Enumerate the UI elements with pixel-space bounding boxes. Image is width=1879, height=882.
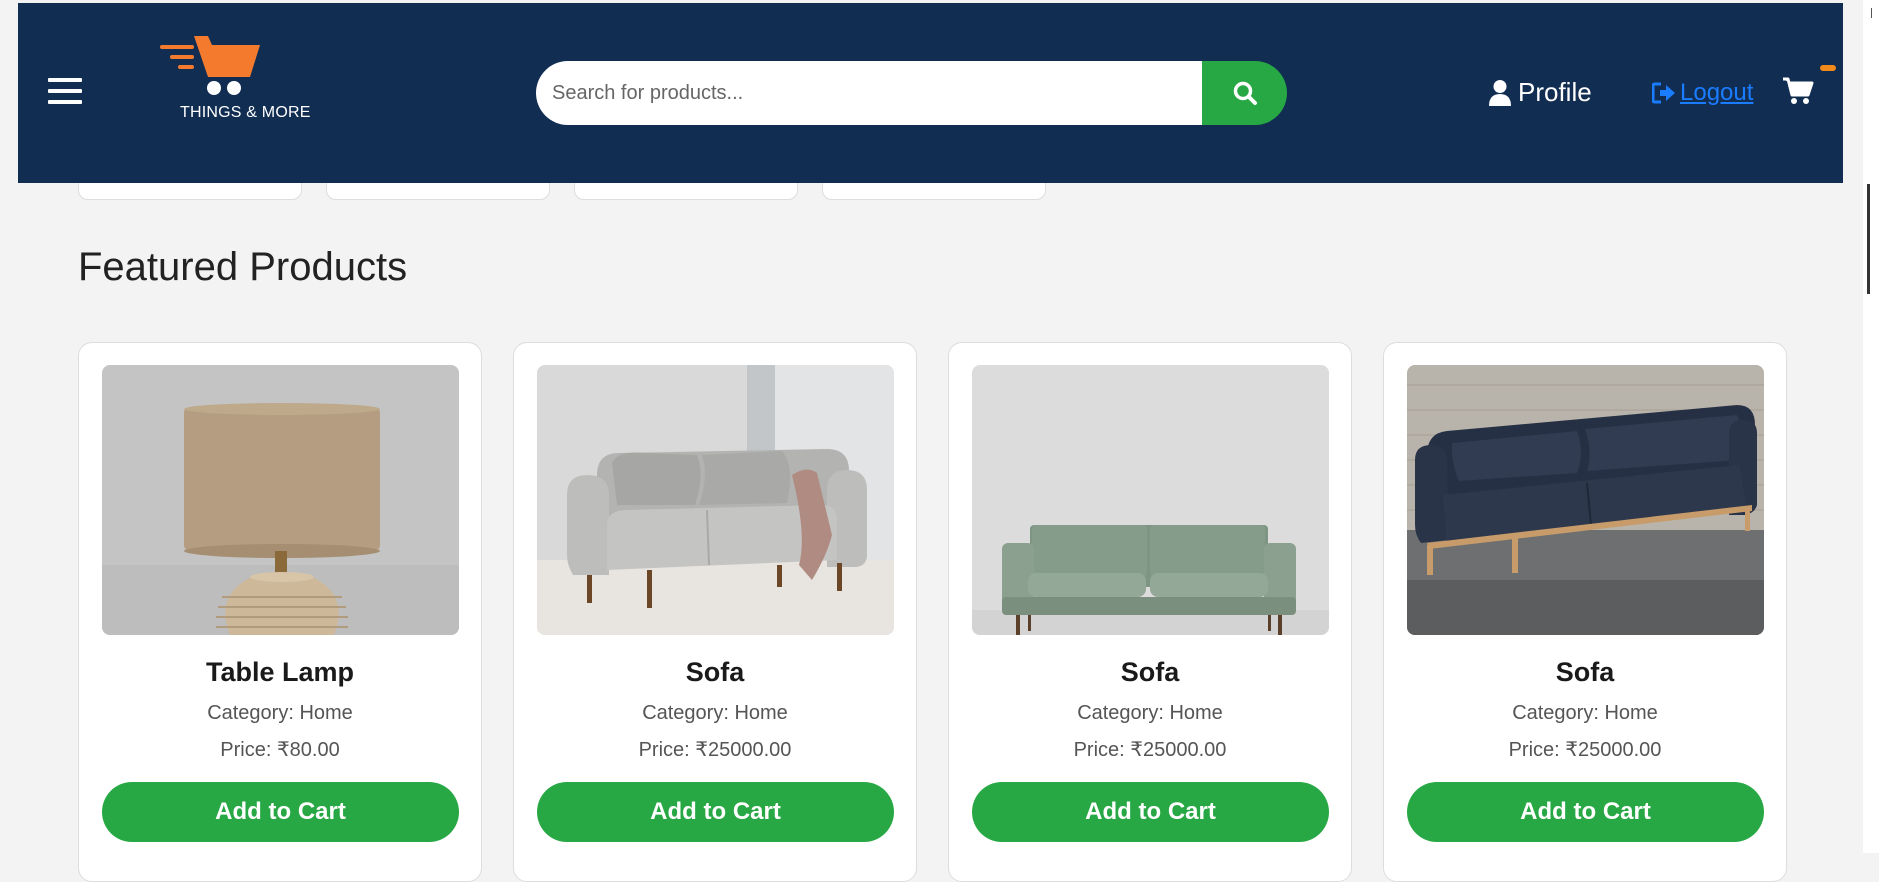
product-card: Table Lamp Category: Home Price: ₹80.00 … <box>78 342 482 882</box>
add-to-cart-button[interactable]: Add to Cart <box>1407 782 1764 842</box>
hamburger-icon[interactable] <box>48 78 82 108</box>
add-to-cart-button[interactable]: Add to Cart <box>537 782 894 842</box>
scrollbar-arrow[interactable] <box>1871 8 1872 18</box>
product-category: Category: Home <box>642 702 788 724</box>
page-scrollbar[interactable] <box>1863 0 1879 853</box>
product-price: Price: ₹25000.00 <box>1508 739 1662 761</box>
product-card: Sofa Category: Home Price: ₹25000.00 Add… <box>1383 342 1787 882</box>
cart-count-badge <box>1820 65 1836 71</box>
product-card: Sofa Category: Home Price: ₹25000.00 Add… <box>948 342 1352 882</box>
product-name: Sofa <box>1555 657 1615 687</box>
product-price: Price: ₹80.00 <box>220 739 340 761</box>
product-grid: Table Lamp Category: Home Price: ₹80.00 … <box>78 342 1787 882</box>
logout-label: Logout <box>1680 79 1754 106</box>
profile-link[interactable]: Profile <box>1488 77 1592 108</box>
sign-out-icon <box>1652 82 1675 104</box>
add-to-cart-button[interactable]: Add to Cart <box>972 782 1329 842</box>
search-bar <box>536 61 1287 125</box>
scrollbar-thumb[interactable] <box>1867 184 1870 294</box>
product-category: Category: Home <box>1512 702 1658 724</box>
product-card: Sofa Category: Home Price: ₹25000.00 Add… <box>513 342 917 882</box>
product-price: Price: ₹25000.00 <box>638 739 792 761</box>
product-name: Sofa <box>685 657 745 687</box>
cart-button[interactable] <box>1782 76 1814 111</box>
product-image-green-sofa[interactable] <box>972 365 1329 635</box>
product-category: Category: Home <box>1077 702 1223 724</box>
profile-label: Profile <box>1518 77 1592 107</box>
logo-text: THINGS & MORE <box>180 104 311 121</box>
product-image-grey-sofa[interactable] <box>537 365 894 635</box>
cart-icon <box>1783 77 1814 104</box>
search-button[interactable] <box>1202 61 1287 125</box>
logout-link[interactable]: Logout <box>1652 79 1753 107</box>
add-to-cart-button[interactable]: Add to Cart <box>102 782 459 842</box>
product-category: Category: Home <box>207 702 353 724</box>
product-price: Price: ₹25000.00 <box>1073 739 1227 761</box>
search-input[interactable] <box>536 61 1203 125</box>
site-logo[interactable]: THINGS & MORE <box>158 31 338 126</box>
site-header: THINGS & MORE Profile Logout <box>18 3 1843 183</box>
search-icon <box>1233 81 1257 105</box>
product-name: Table Lamp <box>205 657 355 687</box>
product-image-table-lamp[interactable] <box>102 365 459 635</box>
user-icon <box>1489 79 1511 106</box>
product-image-navy-sofa[interactable] <box>1407 365 1764 635</box>
shopping-cart-logo <box>160 36 260 95</box>
product-name: Sofa <box>1120 657 1180 687</box>
section-title: Featured Products <box>78 245 408 289</box>
